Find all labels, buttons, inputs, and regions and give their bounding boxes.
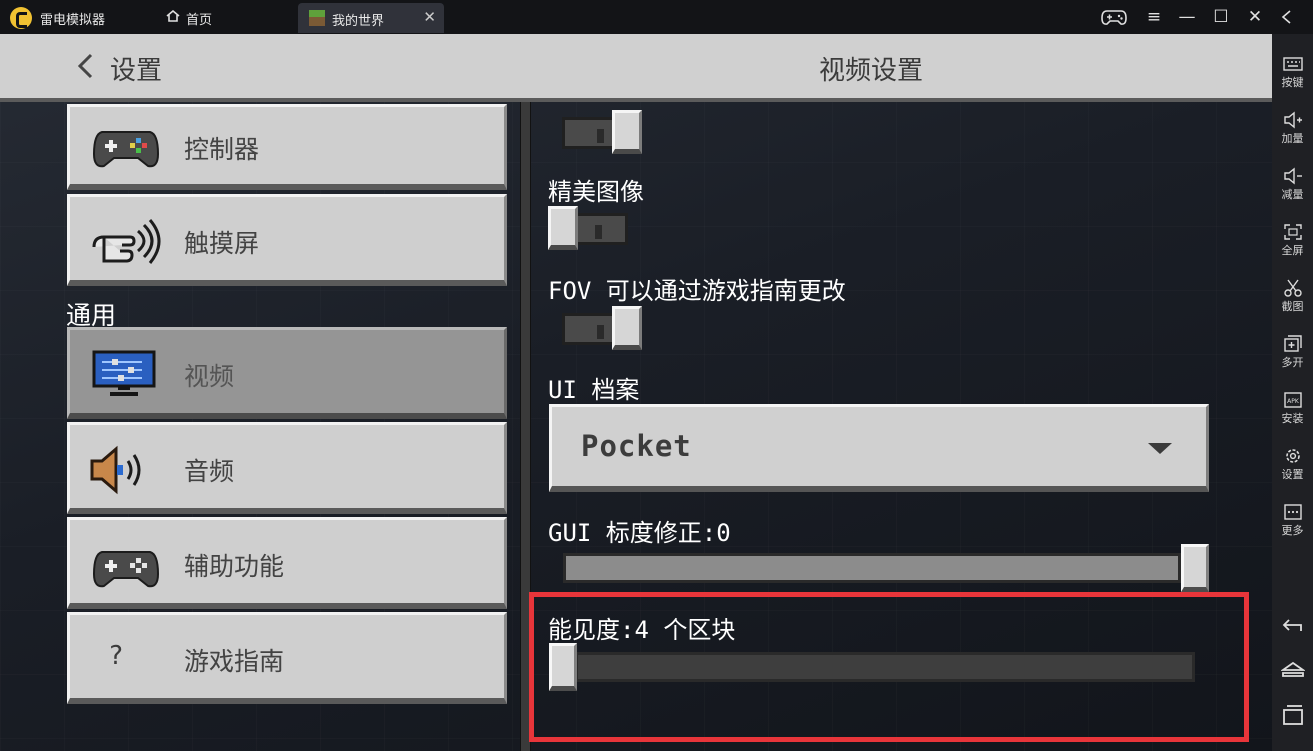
- gear-icon: [1285, 449, 1300, 463]
- fancy-graphics-label: 精美图像: [548, 178, 644, 206]
- page-title: 视频设置: [819, 56, 924, 86]
- question-icon: ?: [108, 641, 124, 671]
- sidebar-item-keymap[interactable]: 按键: [1272, 44, 1313, 98]
- tab-home[interactable]: 首页: [160, 3, 294, 31]
- collapse-sidebar-icon[interactable]: [1279, 10, 1293, 24]
- ui-profile-value: Pocket: [581, 429, 692, 463]
- nav-item-label: 游戏指南: [184, 647, 285, 676]
- nav-item-label: 控制器: [184, 135, 260, 164]
- sidebar-item-settings[interactable]: 设置: [1272, 436, 1313, 490]
- speaker-icon: [90, 445, 141, 495]
- highlight-box: [529, 592, 1249, 742]
- emulator-titlebar: 雷电模拟器 首页 我的世界 ✕ ≡ — ☐ ✕: [0, 0, 1313, 34]
- game-viewport: 设置 视频设置 控制器 触摸屏 通用 视频 音频 辅助功能 ? 游戏指南 精美图…: [0, 34, 1272, 751]
- tab-minecraft-label: 我的世界: [332, 14, 385, 29]
- sidebar-item-multi[interactable]: 多开: [1272, 324, 1313, 378]
- emulator-sidebar: 按键 加量 减量 全屏 截图 多开 APK 安装 设置 更多: [1272, 34, 1313, 751]
- nav-item-label: 音频: [184, 457, 235, 486]
- volume-down-icon: [1283, 167, 1302, 185]
- fancy-graphics-toggle[interactable]: [548, 206, 640, 250]
- gui-scale-slider-track[interactable]: [563, 553, 1181, 583]
- toggle-knob[interactable]: [612, 306, 642, 350]
- nav-item-video[interactable]: 视频: [67, 327, 507, 419]
- menu-button[interactable]: ≡: [1139, 4, 1169, 30]
- controller-icon: [92, 131, 160, 168]
- ui-profile-label: UI 档案: [548, 376, 640, 404]
- maximize-button[interactable]: ☐: [1206, 4, 1236, 30]
- minecraft-icon: [309, 10, 325, 26]
- multi-instance-icon: [1283, 335, 1302, 352]
- nav-item-how-to-play[interactable]: ? 游戏指南: [67, 612, 507, 704]
- scissors-icon: [1283, 279, 1302, 297]
- home-icon: [166, 10, 180, 22]
- sidebar-item-screenshot[interactable]: 截图: [1272, 268, 1313, 322]
- gui-scale-slider-knob[interactable]: [1181, 544, 1209, 592]
- svg-text:APK: APK: [1287, 398, 1300, 405]
- sidebar-item-volume-up[interactable]: 加量: [1272, 100, 1313, 154]
- sidebar-item-install[interactable]: APK 安装: [1272, 380, 1313, 434]
- nav-item-label: 触摸屏: [184, 229, 260, 258]
- tab-home-label: 首页: [186, 13, 213, 28]
- back-chevron-icon[interactable]: [75, 52, 95, 80]
- minimize-button[interactable]: —: [1172, 4, 1202, 30]
- touch-icon: [92, 219, 161, 264]
- home-icon[interactable]: [1281, 659, 1305, 683]
- chevron-down-icon: [1148, 443, 1172, 454]
- toggle-knob[interactable]: [548, 206, 578, 250]
- keyboard-icon: [1282, 57, 1303, 71]
- sidebar-item-more[interactable]: 更多: [1272, 492, 1313, 546]
- gamepad-icon[interactable]: [1101, 9, 1127, 26]
- nav-item-audio[interactable]: 音频: [67, 422, 507, 514]
- close-button[interactable]: ✕: [1240, 4, 1270, 30]
- back-icon[interactable]: [1281, 614, 1305, 638]
- nav-item-label: 辅助功能: [184, 552, 285, 581]
- more-icon: [1283, 504, 1302, 520]
- app-name: 雷电模拟器: [40, 13, 106, 28]
- settings-header: 设置 视频设置: [0, 34, 1272, 102]
- fullscreen-icon: [1283, 224, 1302, 240]
- app-logo-icon: [10, 7, 32, 29]
- fov-label: FOV 可以通过游戏指南更改: [548, 277, 846, 305]
- nav-item-label: 视频: [184, 362, 235, 391]
- tab-close-icon[interactable]: ✕: [423, 8, 436, 26]
- nav-item-accessibility[interactable]: 辅助功能: [67, 517, 507, 609]
- tab-minecraft[interactable]: 我的世界 ✕: [298, 3, 444, 33]
- ui-profile-dropdown[interactable]: Pocket: [549, 404, 1209, 492]
- nav-item-touch[interactable]: 触摸屏: [67, 194, 507, 286]
- gui-scale-label: GUI 标度修正:0: [548, 519, 731, 547]
- recents-icon[interactable]: [1281, 703, 1305, 727]
- controller-icon: [92, 551, 160, 588]
- top-toggle[interactable]: [552, 110, 644, 154]
- volume-up-icon: [1283, 111, 1302, 129]
- apk-install-icon: APK: [1283, 392, 1302, 408]
- back-title[interactable]: 设置: [110, 50, 162, 87]
- nav-item-controller[interactable]: 控制器: [67, 104, 507, 190]
- fov-toggle[interactable]: [552, 306, 644, 350]
- sidebar-item-fullscreen[interactable]: 全屏: [1272, 212, 1313, 266]
- sidebar-item-volume-down[interactable]: 减量: [1272, 156, 1313, 210]
- monitor-icon: [92, 350, 156, 396]
- toggle-knob[interactable]: [612, 110, 642, 154]
